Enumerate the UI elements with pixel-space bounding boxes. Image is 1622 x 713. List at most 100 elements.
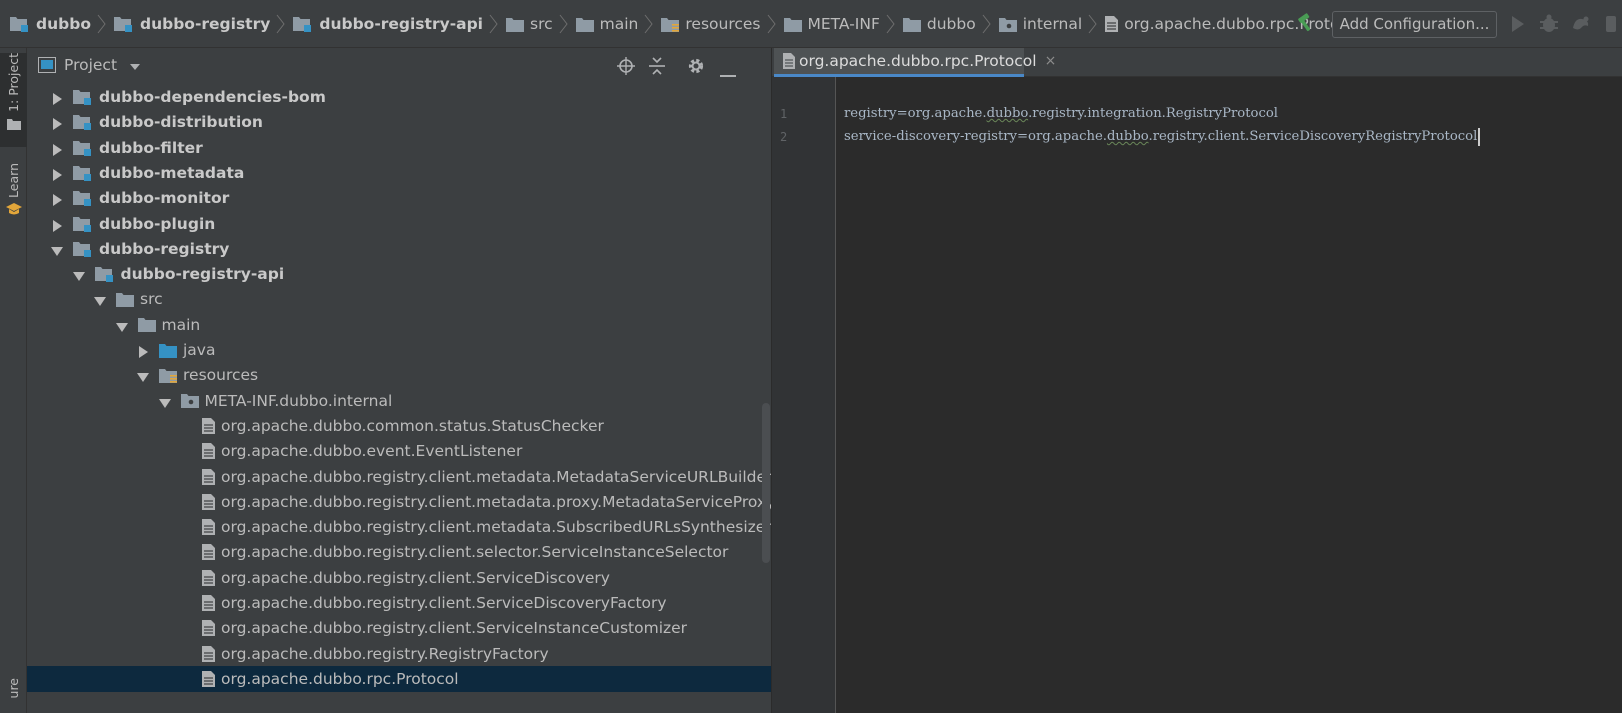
text-file-icon	[202, 569, 215, 586]
folder-icon	[575, 17, 594, 32]
tree-row[interactable]: dubbo-monitor	[27, 185, 771, 211]
expand-arrow-down-icon[interactable]	[51, 243, 63, 256]
tree-row[interactable]: org.apache.dubbo.event.EventListener	[27, 438, 771, 464]
coverage-icon[interactable]	[1570, 14, 1592, 38]
expand-arrow-right-icon[interactable]	[51, 91, 63, 105]
editor-tab-protocol[interactable]: org.apache.dubbo.rpc.Protocol ×	[774, 48, 1056, 77]
expand-arrow-right-icon[interactable]	[51, 167, 63, 181]
learn-tool-tab-label: Learn	[6, 163, 21, 198]
breadcrumb-label: dubbo-registry-api	[319, 15, 483, 33]
breadcrumb-item[interactable]: src	[506, 14, 576, 34]
project-panel-title[interactable]: Project	[64, 56, 140, 75]
expand-arrow-down-icon[interactable]	[115, 319, 128, 332]
profiler-icon[interactable]	[1606, 14, 1620, 38]
code-line[interactable]: registry=org.apache.dubbo.registry.integ…	[844, 106, 1278, 121]
expand-arrow-right-icon[interactable]	[51, 218, 63, 232]
learn-tool-tab[interactable]: Learn	[0, 163, 27, 220]
editor-tab-bar: org.apache.dubbo.rpc.Protocol ×	[772, 48, 1622, 77]
tree-row[interactable]: dubbo-registry-api	[27, 261, 771, 287]
package-folder-icon	[998, 17, 1017, 32]
tree-row[interactable]: org.apache.dubbo.registry.client.Service…	[27, 590, 771, 616]
structure-tool-tab[interactable]: ure	[0, 678, 27, 698]
tree-row[interactable]: src	[27, 286, 771, 312]
tree-row[interactable]: dubbo-metadata	[27, 160, 771, 186]
tree-item-label: main	[161, 315, 201, 334]
run-icon[interactable]	[1509, 14, 1527, 38]
tree-row[interactable]: org.apache.dubbo.registry.client.Service…	[27, 615, 771, 641]
tree-row[interactable]: java	[27, 337, 771, 363]
module-folder-icon	[94, 266, 115, 283]
tree-row[interactable]: dubbo-registry	[27, 236, 771, 262]
tree-row[interactable]: org.apache.dubbo.registry.client.metadat…	[27, 489, 771, 515]
breadcrumb-label: org.apache.dubbo.rpc.Protocol	[1124, 15, 1362, 33]
debug-icon[interactable]	[1538, 14, 1560, 38]
tree-row[interactable]: dubbo-plugin	[27, 211, 771, 237]
tree-row[interactable]: dubbo-dependencies-bom	[27, 84, 771, 110]
tree-row[interactable]: dubbo-distribution	[27, 109, 771, 135]
breadcrumb-item[interactable]: dubbo-registry	[113, 14, 293, 34]
tree-item-label: src	[140, 290, 163, 309]
chevron-right-icon	[270, 14, 293, 34]
tree-row[interactable]: org.apache.dubbo.registry.client.metadat…	[27, 514, 771, 540]
text-file-icon	[202, 417, 215, 434]
tree-row[interactable]: META-INF.dubbo.internal	[27, 388, 771, 414]
navigation-bar: dubbo dubbo-registry dubbo-registry-api src…	[0, 0, 1622, 48]
project-tool-tab-label: 1: Project	[6, 53, 21, 112]
expand-arrow-right-icon[interactable]	[51, 142, 63, 156]
add-configuration-button[interactable]: Add Configuration...	[1332, 11, 1497, 38]
tree-row[interactable]: org.apache.dubbo.rpc.Protocol	[27, 665, 771, 692]
module-folder-icon	[10, 16, 30, 32]
expand-arrow-down-icon[interactable]	[137, 369, 149, 383]
folder-icon	[783, 17, 802, 32]
tree-row[interactable]: org.apache.dubbo.registry.client.metadat…	[27, 464, 771, 490]
hammer-icon[interactable]	[1295, 12, 1317, 38]
breadcrumb-item[interactable]: dubbo	[902, 14, 999, 34]
tree-row[interactable]: org.apache.dubbo.common.status.StatusChe…	[27, 413, 771, 439]
editor-area: org.apache.dubbo.rpc.Protocol × 12 regis…	[772, 48, 1622, 713]
tree-row[interactable]: org.apache.dubbo.registry.RegistryFactor…	[27, 641, 771, 667]
locate-icon[interactable]	[617, 57, 635, 79]
breadcrumb-item[interactable]: main	[575, 14, 662, 34]
code-text: .registry.integration.RegistryProtocol	[1028, 106, 1278, 121]
expand-arrow-right-icon[interactable]	[51, 192, 63, 207]
expand-arrow-down-icon[interactable]	[72, 268, 85, 282]
gear-icon[interactable]	[687, 57, 705, 79]
expand-arrow-down-icon[interactable]	[94, 293, 106, 307]
expand-arrow-down-icon[interactable]	[158, 395, 171, 408]
breadcrumb-item[interactable]: dubbo-registry-api	[293, 14, 506, 34]
line-number: 1	[780, 107, 788, 121]
collapse-all-icon[interactable]	[648, 57, 666, 79]
chevron-right-icon	[91, 14, 114, 34]
spelling-marked-text: dubbo	[986, 106, 1029, 121]
tree-row[interactable]: main	[27, 312, 771, 338]
breadcrumb-item[interactable]: resources	[661, 14, 783, 34]
breadcrumb-label: dubbo	[36, 15, 91, 33]
tree-item-label: java	[183, 341, 216, 359]
structure-tool-tab-label: ure	[6, 678, 21, 699]
text-file-icon	[1105, 16, 1119, 32]
expand-arrow-right-icon[interactable]	[137, 344, 149, 358]
project-view-icon	[38, 57, 56, 77]
graduation-cap-icon	[5, 202, 22, 220]
project-panel-header: Project	[27, 48, 771, 82]
editor-tab-label: org.apache.dubbo.rpc.Protocol	[799, 52, 1037, 70]
chevron-right-icon	[880, 14, 903, 34]
tree-row[interactable]: org.apache.dubbo.registry.client.selecto…	[27, 539, 771, 565]
tree-row[interactable]: org.apache.dubbo.registry.client.Service…	[27, 565, 771, 591]
project-tree-scrollbar[interactable]	[762, 403, 770, 563]
chevron-down-icon[interactable]	[129, 57, 140, 75]
hide-icon[interactable]	[720, 64, 736, 82]
breadcrumb-item[interactable]: internal	[998, 14, 1105, 34]
tree-item-label: org.apache.dubbo.registry.RegistryFactor…	[221, 644, 549, 663]
close-icon[interactable]: ×	[1045, 53, 1057, 69]
breadcrumb-item[interactable]: META-INF	[783, 14, 903, 34]
tree-row[interactable]: resources	[27, 362, 771, 388]
breadcrumb-item[interactable]: dubbo	[10, 14, 114, 34]
breadcrumb-label: dubbo	[926, 15, 976, 33]
code-line[interactable]: service-discovery-registry=org.apache.du…	[844, 129, 1477, 144]
project-tool-tab[interactable]: 1: Project	[0, 53, 27, 147]
tree-row[interactable]: dubbo-filter	[27, 135, 771, 161]
expand-arrow-right-icon[interactable]	[51, 116, 63, 131]
module-folder-icon	[293, 16, 313, 32]
module-folder-icon	[73, 216, 93, 232]
